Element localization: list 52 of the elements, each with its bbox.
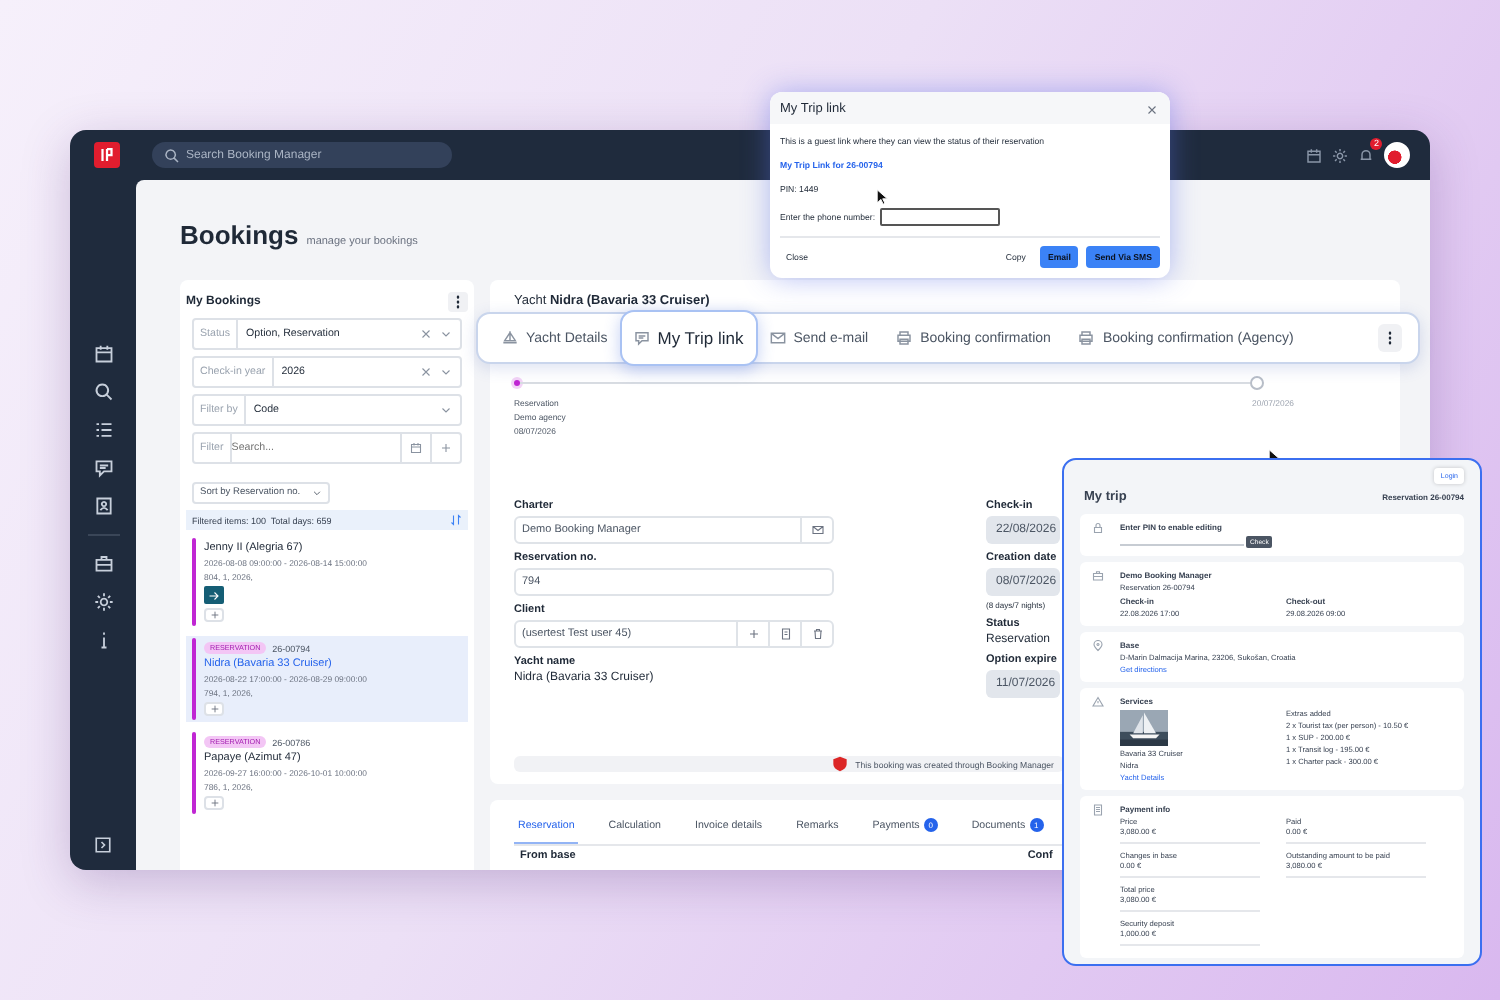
plus-icon xyxy=(747,628,759,640)
avatar[interactable] xyxy=(1384,142,1410,168)
open-button[interactable] xyxy=(204,586,224,604)
pin-input[interactable] xyxy=(1120,538,1244,546)
close-icon xyxy=(1146,103,1158,115)
action-tab[interactable]: My Trip link xyxy=(619,310,758,366)
lock-icon xyxy=(1092,522,1104,534)
calendar-icon xyxy=(93,344,113,364)
page-title: Bookings xyxy=(180,220,299,250)
caret-icon xyxy=(440,328,452,340)
briefcase-icon xyxy=(1092,570,1104,582)
cursor-icon xyxy=(876,188,888,206)
expand-icon xyxy=(94,836,112,854)
trash-icon xyxy=(811,628,823,640)
timeline-end-dot xyxy=(1250,376,1264,390)
sort-icon xyxy=(450,514,462,526)
more-button[interactable] xyxy=(448,292,468,312)
close-button[interactable] xyxy=(1146,103,1158,115)
location-icon xyxy=(1092,640,1104,652)
notification-icon xyxy=(1358,147,1374,163)
phone-input[interactable] xyxy=(879,208,1000,226)
timeline-start-dot xyxy=(514,380,520,386)
plus-icon xyxy=(209,798,219,808)
mail-icon xyxy=(769,330,786,346)
receipt-icon xyxy=(1092,804,1104,816)
shield-icon xyxy=(831,756,848,772)
printer-icon xyxy=(1078,330,1095,346)
search-icon xyxy=(93,382,113,402)
chat-icon xyxy=(93,458,113,478)
document-icon xyxy=(779,628,791,640)
calendar-icon xyxy=(1306,147,1322,163)
contact-icon xyxy=(93,496,113,516)
clear-icon xyxy=(420,366,432,378)
plus-icon xyxy=(440,442,452,454)
chat-icon xyxy=(633,330,650,346)
briefcase-icon xyxy=(93,554,113,574)
settings-icon xyxy=(93,592,113,612)
caret-icon xyxy=(312,488,323,498)
plus-icon xyxy=(209,704,219,714)
boat-icon xyxy=(502,330,518,346)
plus-icon xyxy=(209,610,219,620)
mail-icon xyxy=(811,524,823,536)
calendar-icon xyxy=(410,442,422,454)
list-icon xyxy=(93,420,113,440)
arrow-icon xyxy=(208,589,220,601)
logo-icon[interactable] xyxy=(94,142,120,168)
printer-icon xyxy=(896,330,913,346)
caret-icon xyxy=(440,404,452,416)
settings-icon xyxy=(1332,147,1348,163)
caret-icon xyxy=(440,366,452,378)
clear-icon xyxy=(420,328,432,340)
search-icon xyxy=(164,147,180,163)
